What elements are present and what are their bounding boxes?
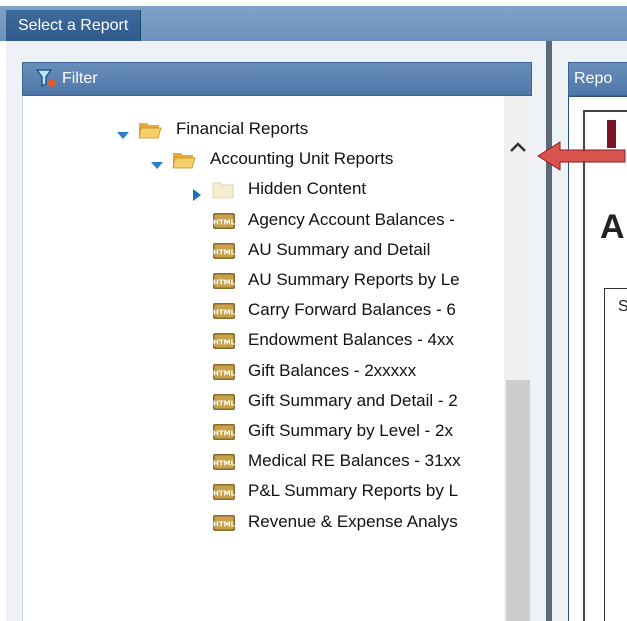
tree-item-label: Medical RE Balances - 31xx: [248, 451, 461, 470]
report-title-fragment: A: [600, 208, 625, 246]
tree-item-label: AU Summary Reports by Le: [248, 270, 460, 289]
tree-item[interactable]: HTML Gift Summary by Level - 2x: [0, 416, 504, 446]
tree-item-label: Gift Summary and Detail - 2: [248, 391, 458, 410]
svg-text:HTML: HTML: [213, 309, 236, 317]
tree-item[interactable]: HTML Gift Balances - 2xxxxx: [0, 356, 504, 386]
tab-select-a-report[interactable]: Select a Report: [6, 10, 142, 41]
svg-text:HTML: HTML: [213, 249, 236, 257]
filter-header[interactable]: [22, 62, 532, 96]
tree-item-label: Gift Balances - 2xxxxx: [248, 361, 417, 380]
tree-item[interactable]: HTML Gift Summary and Detail - 2: [0, 386, 504, 416]
svg-text:HTML: HTML: [213, 460, 236, 468]
filter-label: Filter: [62, 70, 98, 87]
tree-item[interactable]: HTML Agency Account Balances -: [0, 205, 504, 235]
tree-item[interactable]: HTML AU Summary and Detail: [0, 235, 504, 265]
tree-item[interactable]: HTML P&L Summary Reports by L: [0, 476, 504, 506]
tree-item[interactable]: HTML AU Summary Reports by Le: [0, 265, 504, 295]
tree-item[interactable]: HTML Endowment Balances - 4xx: [0, 325, 504, 355]
tree-item-label: AU Summary and Detail: [248, 240, 431, 259]
tree-item-label: Hidden Content: [248, 179, 367, 198]
tree-item-label: Accounting Unit Reports: [210, 149, 394, 168]
fieldset-legend-fragment: S: [618, 298, 627, 316]
tree-item-label: Carry Forward Balances - 6: [248, 300, 456, 319]
tree-item[interactable]: Hidden Content: [0, 174, 504, 204]
tree-item-label: Endowment Balances - 4xx: [248, 330, 454, 349]
tree-item[interactable]: HTML Revenue & Expense Analys: [0, 507, 504, 537]
panel-splitter[interactable]: [546, 41, 552, 621]
tree-item-label: P&L Summary Reports by L: [248, 481, 459, 500]
tree-item-label: Agency Account Balances -: [248, 210, 455, 229]
tree-item[interactable]: HTML Carry Forward Balances - 6: [0, 295, 504, 325]
svg-text:HTML: HTML: [213, 339, 236, 347]
report-fieldset: [604, 288, 627, 621]
tree-item-label: Gift Summary by Level - 2x: [248, 421, 454, 440]
svg-text:HTML: HTML: [213, 430, 236, 438]
tree-item[interactable]: HTML Medical RE Balances - 31xx: [0, 446, 504, 476]
svg-text:HTML: HTML: [213, 490, 236, 498]
tree-item[interactable]: Accounting Unit Reports: [0, 144, 504, 174]
tree-item-label: Revenue & Expense Analys: [248, 512, 458, 531]
svg-text:HTML: HTML: [213, 219, 236, 227]
tree-item-label: Financial Reports: [176, 119, 309, 138]
filter-icon[interactable]: [34, 66, 58, 90]
html-report-icon: HTML: [212, 513, 236, 543]
svg-text:HTML: HTML: [213, 370, 236, 378]
annotation-arrow-icon: [536, 140, 627, 172]
svg-text:HTML: HTML: [213, 400, 236, 408]
tree-item[interactable]: Financial Reports: [0, 114, 504, 144]
svg-text:HTML: HTML: [213, 521, 236, 529]
scroll-up-arrow-icon[interactable]: [504, 130, 532, 164]
report-header-label: Repo: [574, 70, 613, 87]
svg-text:HTML: HTML: [213, 279, 236, 287]
scrollbar-thumb[interactable]: [506, 380, 530, 621]
